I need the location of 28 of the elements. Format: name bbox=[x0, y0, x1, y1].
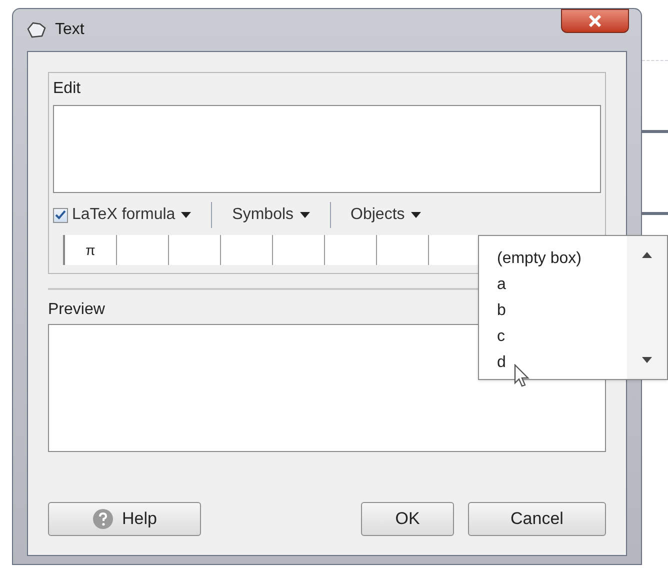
help-icon bbox=[92, 508, 114, 530]
close-icon bbox=[588, 15, 602, 27]
latex-checkbox[interactable]: LaTeX formula bbox=[53, 203, 176, 227]
close-button[interactable] bbox=[561, 9, 629, 33]
menu-item[interactable]: b bbox=[497, 298, 627, 324]
scrollbar[interactable] bbox=[627, 236, 667, 379]
menu-item[interactable]: d bbox=[497, 350, 627, 376]
panel-label: Edit bbox=[53, 79, 81, 99]
edit-text-area[interactable] bbox=[53, 105, 601, 193]
caret-icon bbox=[181, 212, 192, 218]
menu-item[interactable]: (empty box) bbox=[497, 246, 627, 272]
window-title: Text bbox=[55, 20, 84, 40]
checkbox[interactable] bbox=[53, 208, 68, 222]
app-icon bbox=[25, 21, 47, 39]
scroll-up-icon[interactable] bbox=[642, 252, 652, 258]
help-button[interactable]: Help bbox=[48, 502, 201, 536]
symbol-button[interactable]: π bbox=[65, 235, 117, 265]
caret-icon bbox=[410, 212, 421, 218]
menu-item[interactable]: c bbox=[497, 324, 627, 350]
menu-item[interactable]: a bbox=[497, 272, 627, 298]
scroll-down-icon[interactable] bbox=[642, 357, 652, 363]
ok-button[interactable]: OK bbox=[361, 502, 454, 536]
panel-label: Preview bbox=[48, 300, 105, 320]
caret-icon bbox=[300, 212, 310, 218]
check-icon bbox=[55, 210, 66, 220]
symbols-menu-button[interactable]: Symbols bbox=[232, 203, 310, 227]
objects-menu-button[interactable]: Objects bbox=[350, 203, 421, 227]
cancel-button[interactable]: Cancel bbox=[468, 502, 606, 536]
